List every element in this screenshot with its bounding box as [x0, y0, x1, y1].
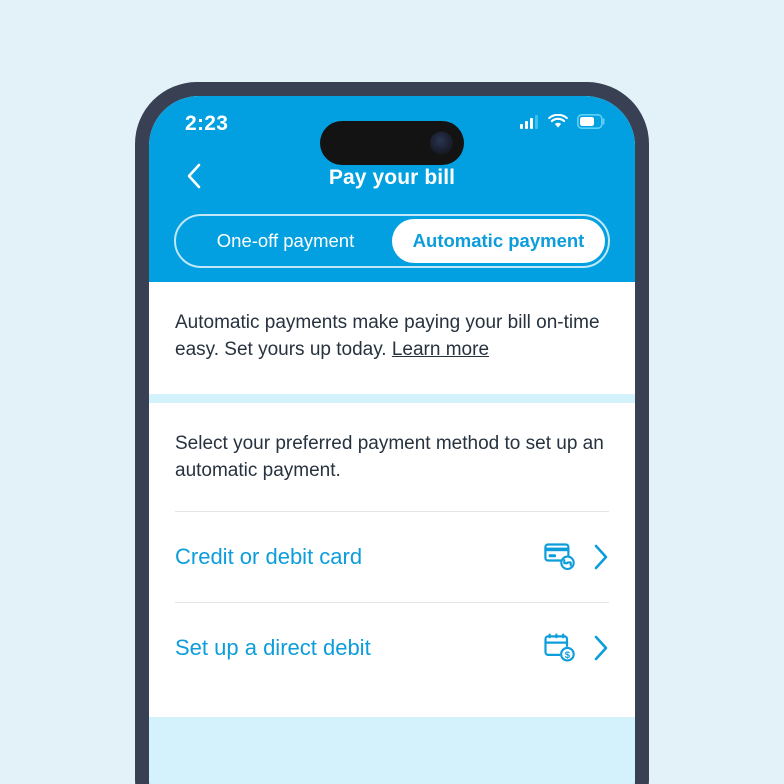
- dynamic-island: [320, 121, 464, 165]
- payment-method-label: Credit or debit card: [175, 543, 363, 569]
- page-title: Pay your bill: [328, 166, 456, 189]
- tab-one-off-payment[interactable]: One-off payment: [179, 219, 392, 263]
- tab-automatic-payment[interactable]: Automatic payment: [392, 219, 605, 263]
- credit-card-recurring-icon: [544, 542, 577, 572]
- cellular-signal-icon: [520, 114, 539, 134]
- payment-method-credit-card[interactable]: Credit or debit card: [149, 511, 635, 602]
- chevron-right-icon: [593, 635, 609, 661]
- screen-content: Automatic payments make paying your bill…: [149, 282, 635, 784]
- payment-type-tabs: One-off payment Automatic payment: [174, 214, 610, 268]
- payment-method-label: Set up a direct debit: [175, 634, 371, 660]
- svg-text:$: $: [565, 650, 571, 661]
- status-icons: [520, 113, 605, 134]
- section-divider-band: [149, 393, 635, 403]
- list-bottom-spacer: [149, 692, 635, 717]
- automatic-payment-info: Automatic payments make paying your bill…: [149, 282, 635, 394]
- payment-methods-section: Select your preferred payment method to …: [149, 402, 635, 511]
- status-bar: 2:23: [149, 96, 635, 165]
- front-camera-lens: [430, 131, 453, 155]
- phone-frame: 2:23 Pay your bill One-off payment Autom…: [135, 82, 649, 784]
- back-button[interactable]: [179, 163, 209, 193]
- bottom-background-area: [149, 716, 635, 784]
- payment-method-instructions: Select your preferred payment method to …: [175, 432, 604, 481]
- wifi-icon: [548, 113, 568, 134]
- status-time: 2:23: [185, 112, 229, 135]
- battery-icon: [577, 114, 605, 134]
- payment-method-direct-debit[interactable]: Set up a direct debit $: [149, 602, 635, 693]
- calendar-dollar-icon: $: [544, 633, 577, 663]
- chevron-left-icon: [186, 163, 202, 194]
- phone-screen: 2:23 Pay your bill One-off payment Autom…: [149, 96, 635, 784]
- info-paragraph: Automatic payments make paying your bill…: [175, 310, 609, 364]
- learn-more-link[interactable]: Learn more: [392, 339, 489, 360]
- chevron-right-icon: [593, 544, 609, 570]
- app-header: 2:23 Pay your bill One-off payment Autom…: [149, 96, 635, 282]
- info-text: Automatic payments make paying your bill…: [175, 312, 600, 360]
